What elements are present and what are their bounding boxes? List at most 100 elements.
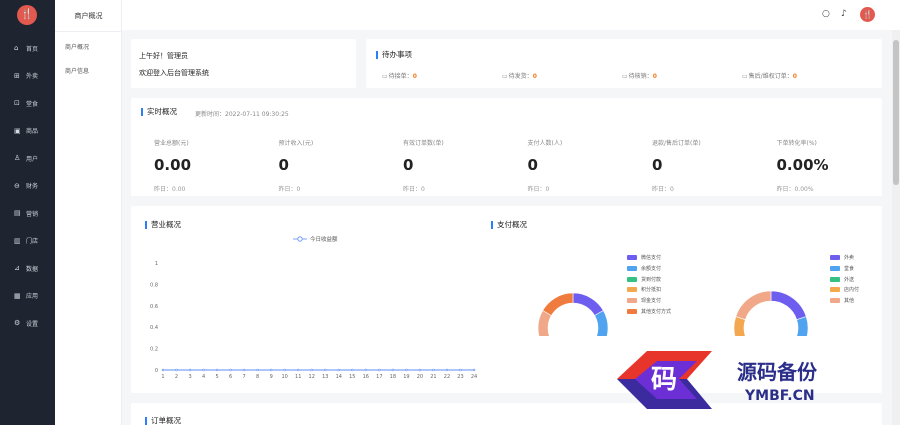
nav-item-label: 门店	[26, 238, 39, 245]
pay-donut-slice	[542, 292, 574, 316]
stat-label: 有效订单数(单)	[403, 140, 444, 147]
x-tick-label: 6	[229, 374, 232, 380]
legend-item[interactable]: 其他	[830, 297, 854, 304]
pay-donut-slice	[537, 310, 552, 336]
data-point	[242, 368, 246, 372]
nav-item-2[interactable]: ⊡ 堂食	[0, 95, 55, 111]
bell-icon[interactable]: ♪	[841, 9, 847, 19]
nav-item-9[interactable]: ▦ 应用	[0, 288, 55, 304]
pay-donut-slice	[543, 341, 573, 364]
data-point	[445, 368, 449, 372]
watermark-title: 源码备份	[737, 360, 818, 384]
data-point	[378, 368, 381, 372]
nav-item-label: 首页	[26, 45, 39, 53]
y-tick-label: 1	[155, 261, 158, 267]
todo-item-aftersale[interactable]: ▭售后/维权订单：0	[742, 71, 797, 80]
legend-item[interactable]: 堂食	[830, 265, 854, 272]
x-tick-label: 21	[430, 374, 436, 380]
nav-item-4[interactable]: ♙ 用户	[0, 150, 55, 166]
legend-item[interactable]: 其他支付方式	[627, 308, 671, 315]
data-point	[161, 368, 165, 372]
nav-item-0[interactable]: ⌂ 首页	[0, 40, 55, 56]
nav-item-label: 财务	[26, 183, 39, 190]
y-tick-label: 0	[155, 368, 158, 374]
subnav-item-info[interactable]: 商户信息	[65, 66, 89, 75]
realtime-card: 实时概况 更新时间：2022-07-11 09:30:25 营业总额(元) 0.0…	[131, 98, 882, 196]
legend-item[interactable]: 积分抵扣	[627, 286, 661, 293]
order-icon: ▭	[622, 73, 628, 80]
avatar[interactable]: 🍴	[860, 7, 875, 22]
stat-label: 下单转化率(%)	[776, 140, 817, 147]
legend-swatch	[830, 265, 840, 271]
stat-label: 支付人数(人)	[527, 140, 563, 147]
data-point	[337, 368, 340, 372]
nav-item-10[interactable]: ⚙ 设置	[0, 315, 55, 331]
nav-item-label: 商品	[26, 128, 39, 135]
scrollbar-thumb[interactable]	[893, 40, 899, 185]
logo[interactable]: 🍴	[17, 5, 37, 25]
x-tick-label: 9	[270, 374, 273, 380]
legend-label: 堂食	[844, 265, 855, 272]
data-icon: ⊿	[14, 264, 20, 272]
subnav-item-overview[interactable]: 商户概况	[65, 42, 89, 51]
pay-donut-slice	[594, 310, 609, 336]
legend-label: 店内付	[844, 287, 860, 294]
data-point	[418, 368, 422, 372]
x-tick-label: 24	[471, 374, 477, 380]
legend-label: 其他	[844, 298, 855, 305]
legend-item[interactable]: 店内付	[830, 286, 859, 293]
legend-item[interactable]: 余额支付	[627, 265, 661, 272]
stat-label: 营业总额(元)	[154, 140, 189, 147]
stat-yesterday: 昨日：0	[403, 186, 425, 193]
stat-label: 预计收入(元)	[278, 140, 314, 147]
x-tick-label: 22	[444, 374, 450, 380]
watermark-logo: 码 源码备份 YMBF.CN	[617, 351, 818, 409]
stat-block: 退款/售后订单(单) 0 昨日：0	[652, 138, 762, 193]
x-tick-label: 5	[215, 374, 218, 380]
data-point	[324, 368, 327, 372]
legend-swatch	[830, 287, 840, 293]
data-point	[256, 368, 259, 372]
legend-marker	[297, 236, 303, 242]
x-tick-label: 3	[188, 374, 191, 380]
legend-item[interactable]: 现金支付	[627, 297, 661, 304]
stat-block: 预计收入(元) 0 昨日：0	[279, 138, 389, 193]
legend-swatch	[627, 298, 637, 304]
home-icon: ⌂	[14, 44, 19, 52]
nav-item-6[interactable]: ▤ 营销	[0, 205, 55, 221]
x-tick-label: 10	[282, 374, 288, 380]
legend-item[interactable]: 外送	[830, 276, 854, 283]
data-point	[188, 368, 192, 372]
todo-item-pending-verify[interactable]: ▭待核销：0	[622, 71, 657, 80]
search-icon[interactable]: ○	[822, 9, 830, 19]
legend-item[interactable]: 货到付款	[627, 276, 661, 283]
todo-title: 待办事项	[376, 51, 412, 59]
stat-value: 0	[403, 156, 414, 174]
todo-item-pending-accept[interactable]: ▭待接单：0	[382, 71, 417, 80]
data-point	[405, 368, 408, 372]
nav-item-8[interactable]: ⊿ 数据	[0, 260, 55, 276]
nav-item-7[interactable]: ▥ 门店	[0, 233, 55, 249]
legend-swatch	[627, 265, 637, 271]
todo-item-pending-ship[interactable]: ▭待发货：0	[502, 71, 537, 80]
y-tick-label: 0.8	[150, 282, 158, 288]
legend-label: 现金支付	[641, 298, 662, 305]
legend-label: 外卖	[844, 255, 855, 261]
legend-label: 微信支付	[641, 255, 662, 261]
nav-item-label: 应用	[26, 293, 39, 300]
y-tick-label: 0.6	[150, 304, 158, 310]
legend-item[interactable]: 外卖	[830, 254, 854, 261]
nav-item-1[interactable]: ⊞ 外卖	[0, 68, 55, 84]
goods-icon: ▣	[14, 126, 21, 135]
legend-swatch	[627, 309, 637, 314]
data-point	[175, 368, 178, 372]
data-point	[202, 368, 205, 372]
legend-swatch	[830, 255, 840, 260]
stat-block: 有效订单数(单) 0 昨日：0	[403, 138, 513, 193]
legend-item[interactable]: 微信支付	[627, 254, 661, 261]
x-tick-label: 15	[349, 374, 355, 380]
watermark-url: YMBF.CN	[744, 388, 815, 404]
nav-item-5[interactable]: ⊖ 财务	[0, 178, 55, 194]
nav-item-3[interactable]: ▣ 商品	[0, 123, 55, 139]
app-icon: ▦	[14, 291, 21, 300]
